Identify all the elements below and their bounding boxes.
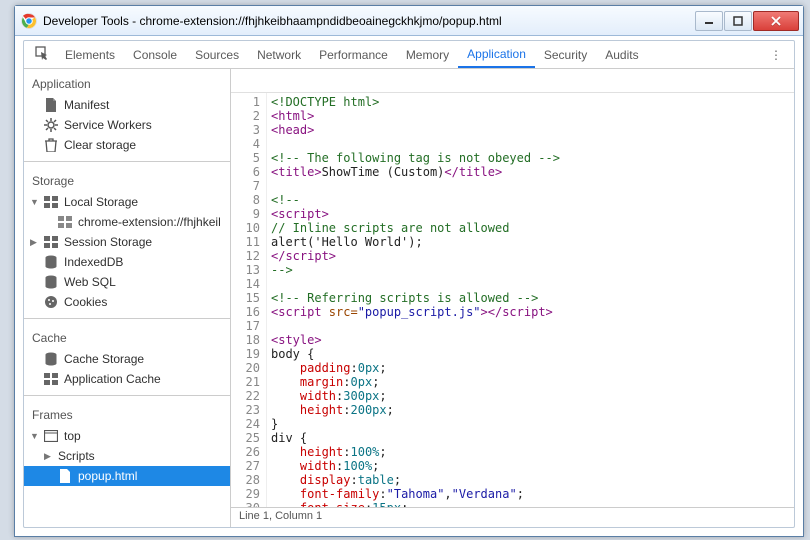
maximize-button[interactable] — [724, 11, 752, 31]
sidebar-item-manifest[interactable]: Manifest — [24, 95, 230, 115]
section-application: Application — [24, 71, 230, 95]
sidebar-item-cookies[interactable]: Cookies — [24, 292, 230, 312]
file-icon — [58, 469, 72, 483]
trash-icon — [44, 138, 58, 152]
tab-memory[interactable]: Memory — [397, 41, 458, 68]
section-storage: Storage — [24, 168, 230, 192]
window-buttons — [695, 11, 799, 31]
tab-sources[interactable]: Sources — [186, 41, 248, 68]
inspect-icon[interactable] — [28, 46, 56, 63]
tab-security[interactable]: Security — [535, 41, 596, 68]
tab-elements[interactable]: Elements — [56, 41, 124, 68]
tab-audits[interactable]: Audits — [596, 41, 647, 68]
minimize-button[interactable] — [695, 11, 723, 31]
frame-icon — [44, 429, 58, 443]
chevron-down-icon: ▼ — [30, 431, 40, 441]
sidebar-item-session-storage[interactable]: ▶Session Storage — [24, 232, 230, 252]
storage-icon — [58, 215, 72, 229]
line-gutter: 1234567891011121314151617181920212223242… — [231, 93, 267, 507]
code-content[interactable]: <!DOCTYPE html><html><head><!-- The foll… — [267, 93, 794, 507]
sidebar-item-app-cache[interactable]: Application Cache — [24, 369, 230, 389]
main-panel: 1234567891011121314151617181920212223242… — [231, 69, 794, 527]
close-button[interactable] — [753, 11, 799, 31]
tabbar: Elements Console Sources Network Perform… — [24, 41, 794, 69]
storage-icon — [44, 235, 58, 249]
sidebar-item-top[interactable]: ▼top — [24, 426, 230, 446]
chevron-right-icon: ▶ — [44, 451, 54, 462]
window-title: Developer Tools - chrome-extension://fhj… — [43, 14, 695, 28]
tab-console[interactable]: Console — [124, 41, 186, 68]
sidebar-item-scripts[interactable]: ▶Scripts — [24, 446, 230, 466]
tab-network[interactable]: Network — [248, 41, 310, 68]
devtools-panel: Elements Console Sources Network Perform… — [23, 40, 795, 528]
cookie-icon — [44, 295, 58, 309]
storage-icon — [44, 195, 58, 209]
tab-performance[interactable]: Performance — [310, 41, 397, 68]
window: Developer Tools - chrome-extension://fhj… — [14, 5, 804, 537]
titlebar[interactable]: Developer Tools - chrome-extension://fhj… — [15, 6, 803, 36]
sidebar: Application Manifest Service Workers Cle… — [24, 69, 231, 527]
kebab-icon[interactable]: ⋮ — [770, 48, 790, 62]
chrome-icon — [21, 13, 37, 29]
sidebar-item-service-workers[interactable]: Service Workers — [24, 115, 230, 135]
sidebar-item-indexeddb[interactable]: IndexedDB — [24, 252, 230, 272]
database-icon — [44, 275, 58, 289]
sidebar-item-popup-html[interactable]: popup.html — [24, 466, 230, 486]
sidebar-item-cache-storage[interactable]: Cache Storage — [24, 349, 230, 369]
sidebar-item-local-storage-origin[interactable]: chrome-extension://fhjhkeil — [24, 212, 230, 232]
source-toolbar — [231, 69, 794, 93]
code-viewer[interactable]: 1234567891011121314151617181920212223242… — [231, 93, 794, 507]
database-icon — [44, 352, 58, 366]
sidebar-item-local-storage[interactable]: ▼Local Storage — [24, 192, 230, 212]
statusbar: Line 1, Column 1 — [231, 507, 794, 527]
file-icon — [44, 98, 58, 112]
sidebar-item-websql[interactable]: Web SQL — [24, 272, 230, 292]
tab-application[interactable]: Application — [458, 41, 535, 68]
chevron-down-icon: ▼ — [30, 197, 40, 207]
gear-icon — [44, 118, 58, 132]
storage-icon — [44, 372, 58, 386]
section-frames: Frames — [24, 402, 230, 426]
sidebar-item-clear-storage[interactable]: Clear storage — [24, 135, 230, 155]
chevron-right-icon: ▶ — [30, 237, 40, 248]
section-cache: Cache — [24, 325, 230, 349]
database-icon — [44, 255, 58, 269]
